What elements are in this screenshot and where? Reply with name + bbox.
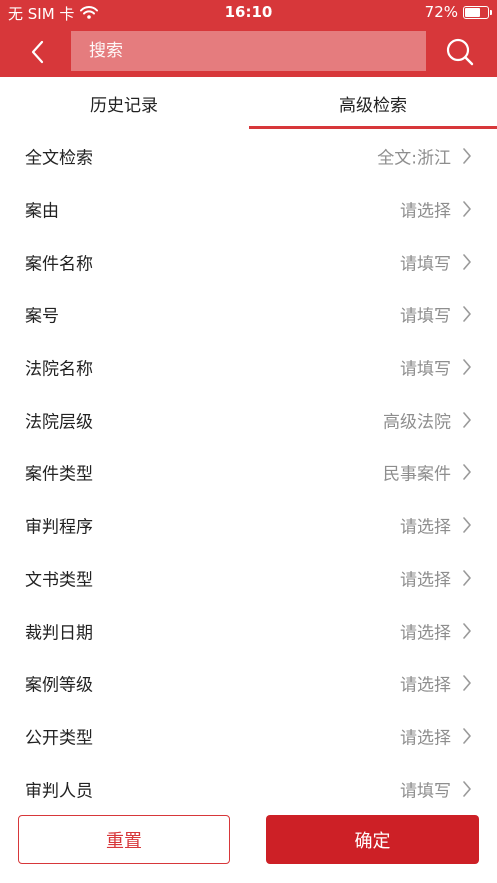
field-case-level[interactable]: 案例等级 请选择 bbox=[0, 657, 497, 710]
field-label: 文书类型 bbox=[25, 570, 93, 591]
field-label: 案件名称 bbox=[25, 254, 93, 275]
status-time: 16:10 bbox=[224, 3, 273, 21]
chevron-right-icon bbox=[463, 570, 471, 586]
search-button[interactable] bbox=[445, 37, 475, 67]
chevron-right-icon bbox=[463, 201, 471, 217]
field-label: 公开类型 bbox=[25, 728, 93, 749]
back-button[interactable] bbox=[24, 38, 52, 66]
chevron-right-icon bbox=[463, 728, 471, 744]
search-icon bbox=[446, 38, 474, 66]
chevron-right-icon bbox=[463, 517, 471, 533]
field-label: 审判程序 bbox=[25, 517, 93, 538]
chevron-right-icon bbox=[463, 148, 471, 165]
tab-advanced-search[interactable]: 高级检索 bbox=[249, 77, 497, 130]
chevron-right-icon bbox=[463, 780, 471, 797]
battery-icon bbox=[463, 6, 492, 19]
field-court-name[interactable]: 法院名称 请填写 bbox=[0, 341, 497, 394]
battery-percent: 72% bbox=[424, 3, 458, 21]
field-court-level[interactable]: 法院层级 高级法院 bbox=[0, 393, 497, 446]
confirm-button[interactable]: 确定 bbox=[266, 815, 479, 864]
field-value: 请填写 bbox=[400, 254, 451, 275]
field-value: 请填写 bbox=[400, 359, 451, 380]
status-bar: 无 SIM 卡 16:10 72% bbox=[0, 0, 497, 26]
field-label: 案件类型 bbox=[25, 464, 93, 485]
field-case-type[interactable]: 案件类型 民事案件 bbox=[0, 446, 497, 499]
bottom-action-bar: 重置 确定 bbox=[0, 810, 497, 883]
field-value: 全文:浙江 bbox=[377, 148, 451, 169]
chevron-right-icon bbox=[463, 253, 471, 270]
field-value: 请填写 bbox=[400, 781, 451, 802]
nav-bar bbox=[0, 26, 497, 77]
field-label: 审判人员 bbox=[25, 781, 93, 802]
field-value: 请选择 bbox=[400, 201, 451, 222]
field-value: 高级法院 bbox=[383, 412, 451, 433]
field-value: 请选择 bbox=[400, 675, 451, 696]
reset-button[interactable]: 重置 bbox=[18, 815, 230, 864]
active-tab-indicator bbox=[249, 126, 497, 129]
field-label: 案例等级 bbox=[25, 675, 93, 696]
chevron-right-icon bbox=[463, 622, 471, 639]
field-value: 请选择 bbox=[400, 623, 451, 644]
search-box[interactable] bbox=[71, 31, 426, 71]
field-value: 请选择 bbox=[400, 570, 451, 591]
tab-bar: 历史记录 高级检索 bbox=[0, 77, 497, 130]
advanced-search-form: 全文检索 全文:浙江 案由 请选择 案件名称 请填写 案号 请填写 法院名称 请… bbox=[0, 130, 497, 815]
tab-history[interactable]: 历史记录 bbox=[0, 77, 248, 130]
field-cause[interactable]: 案由 请选择 bbox=[0, 183, 497, 236]
chevron-right-icon bbox=[463, 359, 471, 375]
battery-tip bbox=[490, 10, 492, 15]
field-public-type[interactable]: 公开类型 请选择 bbox=[0, 710, 497, 763]
field-fulltext[interactable]: 全文检索 全文:浙江 bbox=[0, 130, 497, 183]
field-document-type[interactable]: 文书类型 请选择 bbox=[0, 552, 497, 605]
field-case-number[interactable]: 案号 请填写 bbox=[0, 288, 497, 341]
field-value: 民事案件 bbox=[383, 464, 451, 485]
battery-fill bbox=[465, 8, 481, 17]
field-label: 全文检索 bbox=[25, 148, 93, 169]
field-value: 请填写 bbox=[400, 306, 451, 327]
field-label: 案由 bbox=[25, 201, 59, 222]
field-judgment-date[interactable]: 裁判日期 请选择 bbox=[0, 604, 497, 657]
field-case-name[interactable]: 案件名称 请填写 bbox=[0, 235, 497, 288]
chevron-right-icon bbox=[463, 411, 471, 428]
chevron-right-icon bbox=[463, 675, 471, 692]
chevron-right-icon bbox=[463, 464, 471, 481]
status-right: 72% bbox=[424, 3, 492, 21]
field-value: 请选择 bbox=[400, 517, 451, 538]
field-label: 案号 bbox=[25, 306, 59, 327]
field-label: 法院名称 bbox=[25, 359, 93, 380]
field-label: 裁判日期 bbox=[25, 623, 93, 644]
field-label: 法院层级 bbox=[25, 412, 93, 433]
chevron-left-icon bbox=[31, 40, 44, 64]
chevron-right-icon bbox=[463, 306, 471, 323]
field-trial-procedure[interactable]: 审判程序 请选择 bbox=[0, 499, 497, 552]
field-judges[interactable]: 审判人员 请填写 bbox=[0, 762, 497, 815]
field-value: 请选择 bbox=[400, 728, 451, 749]
search-input[interactable] bbox=[71, 31, 426, 71]
